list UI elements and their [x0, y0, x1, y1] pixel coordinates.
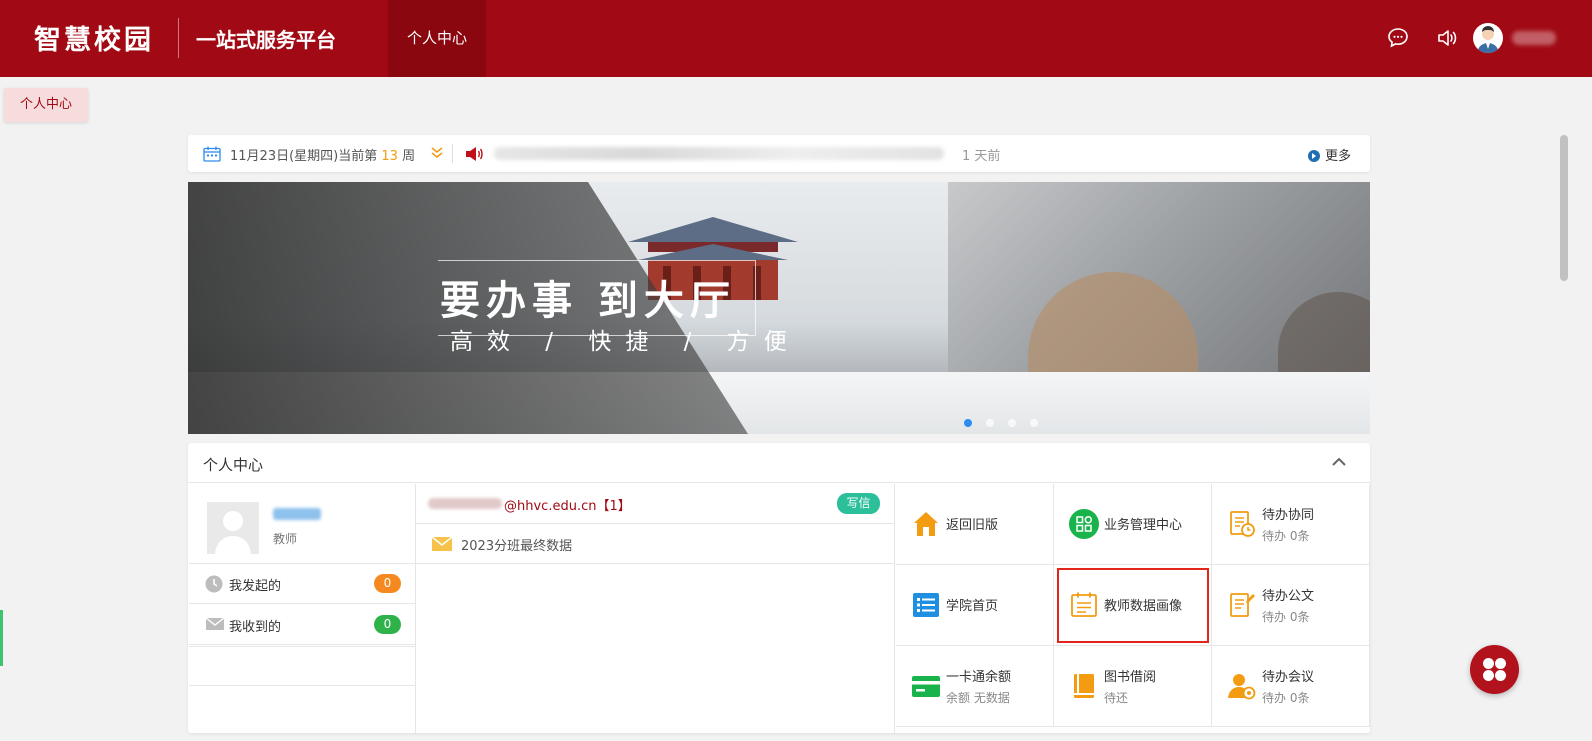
notice-bar: 11月23日(星期四)当前第 13 周 1 天前 更多 — [188, 135, 1370, 172]
service-business-center[interactable]: 业务管理中心 — [1054, 484, 1212, 565]
apps-fab-button[interactable] — [1470, 645, 1519, 694]
current-date: 11月23日(星期四)当前第 13 周 — [230, 145, 415, 164]
user-avatar[interactable] — [1473, 23, 1503, 53]
service-sub: 余额 无数据 — [946, 691, 1010, 705]
mail-user-redacted — [428, 498, 502, 509]
nav-tab-personal-center[interactable]: 个人中心 — [388, 0, 486, 77]
calendar-list-icon — [1071, 592, 1097, 617]
site-logo[interactable]: 智慧校园 — [34, 18, 154, 57]
carousel-dot[interactable] — [1008, 419, 1016, 427]
service-pending-meetings[interactable]: 待办会议 待办 0条 — [1212, 646, 1370, 727]
my-received-count: 0 — [374, 615, 401, 634]
avatar-icon — [1477, 26, 1499, 53]
top-bar: 智慧校园 一站式服务平台 个人中心 — [0, 0, 1592, 77]
service-college-home[interactable]: 学院首页 — [896, 565, 1054, 646]
home-icon — [914, 512, 938, 536]
speaker-icon[interactable] — [1435, 26, 1459, 50]
service-pending-documents[interactable]: 待办公文 待办 0条 — [1212, 565, 1370, 646]
write-mail-button[interactable]: 写信 — [837, 493, 880, 514]
mail-account-row[interactable]: @hhvc.edu.cn【1】 写信 — [416, 484, 895, 524]
username-redacted[interactable] — [1512, 31, 1556, 45]
service-label: 返回旧版 — [946, 518, 999, 533]
side-drawer-handle[interactable] — [0, 610, 3, 666]
chat-icon[interactable] — [1386, 26, 1410, 50]
banner-subline: 高效 / 快捷 / 方便 — [450, 329, 801, 355]
profile-column: 教师 我发起的 0 我收到的 0 — [189, 484, 416, 733]
hero-banner[interactable]: 要办事 到大厅 高效 / 快捷 / 方便 — [188, 182, 1370, 434]
service-label: 业务管理中心 — [1104, 518, 1183, 533]
service-label: 一卡通余额 — [946, 670, 1012, 685]
clock-icon — [205, 575, 223, 593]
service-label: 学院首页 — [946, 599, 999, 614]
service-pending-collab[interactable]: 待办协同 待办 0条 — [1212, 484, 1370, 565]
service-sub: 待办 0条 — [1262, 691, 1310, 705]
service-grid: 返回旧版 业务管理中心 待办协同 待办 0条 学院首页 教师数据画像 待办公文 … — [896, 484, 1370, 733]
announcement-text-redacted[interactable] — [494, 147, 944, 160]
my-started-item[interactable]: 我发起的 0 — [189, 564, 416, 604]
card-icon — [912, 676, 940, 697]
service-sub: 待办 0条 — [1262, 529, 1310, 543]
my-started-count: 0 — [374, 574, 401, 593]
my-received-item[interactable]: 我收到的 0 — [189, 605, 416, 645]
service-library[interactable]: 图书借阅 待还 — [1054, 646, 1212, 727]
service-label: 图书借阅 — [1104, 670, 1157, 685]
service-label: 教师数据画像 — [1104, 599, 1183, 614]
profile-photo[interactable] — [207, 502, 259, 554]
week-unit: 周 — [402, 149, 416, 164]
carousel-dot[interactable] — [1030, 419, 1038, 427]
empty-row — [189, 646, 416, 686]
service-label: 待办会议 — [1262, 670, 1315, 685]
panel-title: 个人中心 — [203, 456, 264, 474]
profile-role: 教师 — [273, 532, 298, 546]
mail-account: @hhvc.edu.cn【1】 — [504, 499, 631, 514]
service-sub: 待还 — [1104, 691, 1129, 705]
service-card-balance[interactable]: 一卡通余额 余额 无数据 — [896, 646, 1054, 727]
person-placeholder-icon — [215, 511, 251, 554]
personal-center-panel: 个人中心 教师 我发起的 0 我收到的 0 @hhvc.edu.cn【1】 写信… — [188, 443, 1370, 733]
list-icon — [913, 593, 939, 617]
document-clock-icon — [1230, 511, 1255, 537]
profile-name-redacted — [273, 508, 321, 520]
service-teacher-data-portrait[interactable]: 教师数据画像 — [1054, 565, 1212, 646]
tab-chip-personal-center[interactable]: 个人中心 — [4, 88, 88, 122]
document-pin-icon — [1230, 593, 1255, 617]
book-icon — [1074, 674, 1094, 698]
calendar-icon — [203, 146, 221, 162]
more-link[interactable]: 更多 — [1308, 145, 1351, 164]
service-back-old-version[interactable]: 返回旧版 — [896, 484, 1054, 565]
mail-subject: 2023分班最终数据 — [461, 539, 573, 554]
envelope-icon — [205, 617, 225, 630]
carousel-dots — [964, 412, 1052, 431]
service-label: 待办公文 — [1262, 589, 1315, 604]
date-text: 11月23日(星期四)当前第 — [230, 149, 378, 164]
carousel-dot[interactable] — [986, 419, 994, 427]
page-scrollbar[interactable] — [1560, 135, 1568, 281]
chevron-up-icon[interactable] — [1332, 457, 1346, 467]
week-number: 13 — [381, 149, 398, 164]
mail-column: @hhvc.edu.cn【1】 写信 2023分班最终数据 — [416, 484, 895, 733]
my-started-label: 我发起的 — [229, 579, 282, 594]
notice-divider — [452, 144, 453, 163]
mail-item[interactable]: 2023分班最终数据 — [416, 524, 895, 564]
panel-header: 个人中心 — [188, 443, 1370, 483]
my-received-label: 我收到的 — [229, 620, 282, 635]
mail-envelope-icon — [431, 536, 453, 551]
banner-headline: 要办事 到大厅 — [440, 277, 736, 324]
carousel-dot[interactable] — [964, 419, 972, 427]
announcement-icon — [466, 147, 483, 161]
service-label: 待办协同 — [1262, 508, 1315, 523]
platform-title: 一站式服务平台 — [196, 28, 336, 52]
more-label: 更多 — [1325, 149, 1352, 164]
arrow-circle-icon — [1308, 150, 1320, 162]
double-chevron-down-icon[interactable] — [430, 146, 444, 160]
profile-card: 教师 — [189, 484, 416, 564]
person-settings-icon — [1228, 674, 1256, 700]
announcement-time: 1 天前 — [962, 149, 1001, 164]
grid-apps-icon — [1069, 509, 1099, 539]
logo-divider — [178, 18, 179, 58]
service-sub: 待办 0条 — [1262, 610, 1310, 624]
apps-icon — [1483, 658, 1506, 681]
